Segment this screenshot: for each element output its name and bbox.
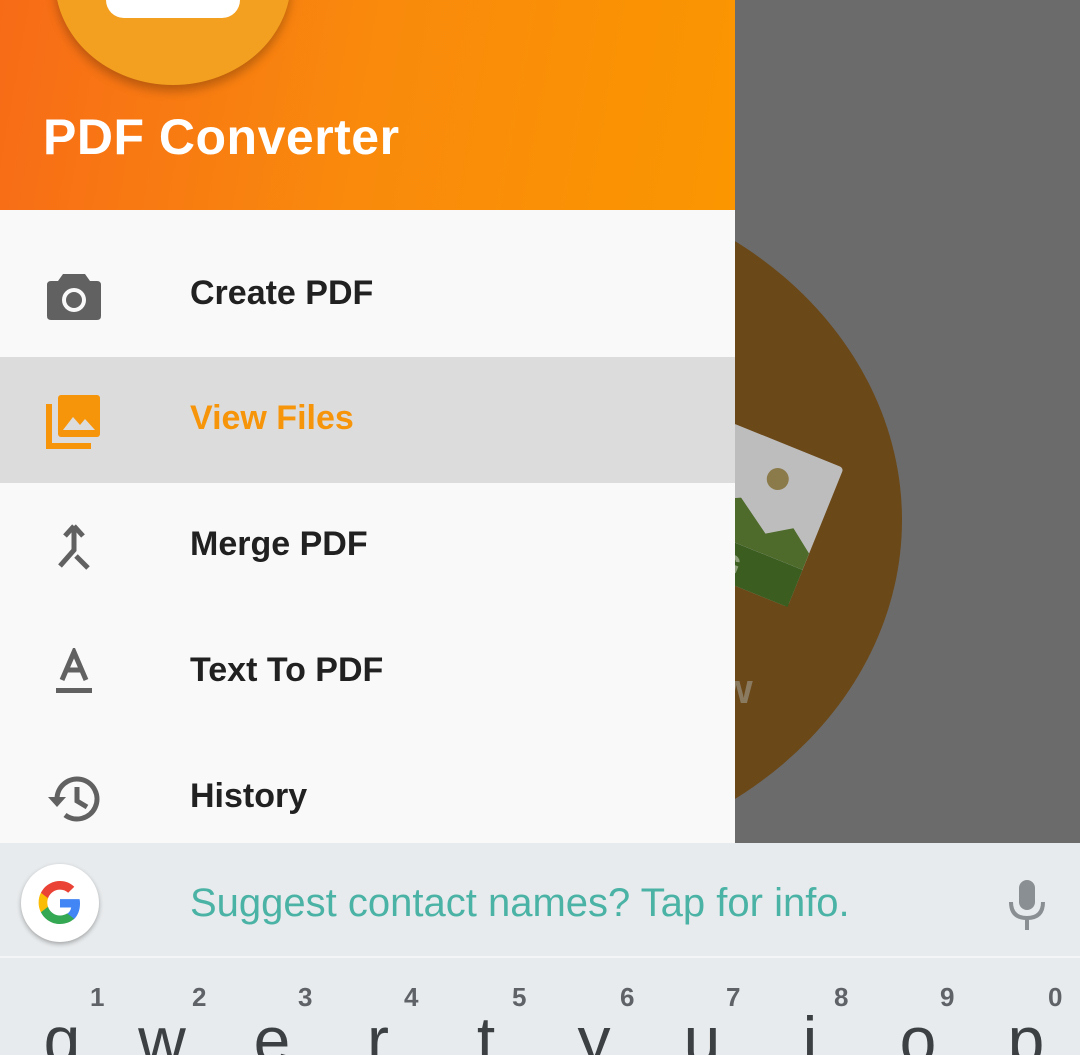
photo-library-icon <box>44 391 104 451</box>
key-letter: o <box>899 1003 937 1055</box>
key-o[interactable]: 9 o <box>864 958 972 1055</box>
key-e[interactable]: 3 e <box>216 958 324 1055</box>
key-letter: i <box>802 1003 818 1055</box>
key-letter: y <box>577 1003 611 1055</box>
menu-item-label: History <box>190 777 308 815</box>
menu-item-label: Merge PDF <box>190 525 368 563</box>
key-i[interactable]: 8 i <box>756 958 864 1055</box>
menu-item-view-files[interactable]: View Files <box>0 357 735 483</box>
key-letter: w <box>138 1003 186 1055</box>
menu-item-label: View Files <box>190 399 354 437</box>
keyboard-suggestion-bar: Suggest contact names? Tap for info. <box>0 843 1080 956</box>
google-g-icon <box>38 881 80 924</box>
suggestion-text[interactable]: Suggest contact names? Tap for info. <box>190 881 850 926</box>
key-p[interactable]: 0 p <box>972 958 1080 1055</box>
menu-item-label: Create PDF <box>190 274 374 312</box>
navigation-drawer: PDF Converter Create PDF View Files Merg… <box>0 0 735 843</box>
menu-item-text-to-pdf[interactable]: Text To PDF <box>0 609 735 735</box>
key-letter: e <box>253 1003 291 1055</box>
key-r[interactable]: 4 r <box>324 958 432 1055</box>
merge-icon <box>44 517 104 577</box>
menu-item-merge-pdf[interactable]: Merge PDF <box>0 483 735 609</box>
menu-item-label: Text To PDF <box>190 651 384 689</box>
key-w[interactable]: 2 w <box>108 958 216 1055</box>
key-letter: u <box>683 1003 721 1055</box>
key-letter: q <box>43 1003 81 1055</box>
key-t[interactable]: 5 t <box>432 958 540 1055</box>
app-logo-icon <box>55 0 291 85</box>
key-letter: p <box>1007 1003 1045 1055</box>
drawer-header: PDF Converter <box>0 0 735 210</box>
key-q[interactable]: 1 q <box>0 958 108 1055</box>
key-letter: t <box>476 1003 496 1055</box>
keyboard: 1 q 2 w 3 e 4 r 5 t 6 y 7 u 8 i 9 o 0 p <box>0 956 1080 1055</box>
menu-item-history[interactable]: History <box>0 735 735 843</box>
drawer-title: PDF Converter <box>43 109 400 165</box>
history-icon <box>44 769 104 829</box>
microphone-icon[interactable] <box>1005 878 1049 934</box>
key-letter: r <box>367 1003 389 1055</box>
camera-icon <box>44 266 104 326</box>
menu-item-create-pdf[interactable]: Create PDF <box>0 232 735 357</box>
text-format-icon <box>44 643 104 703</box>
drawer-menu: Create PDF View Files Merge PDF Text To … <box>0 232 735 843</box>
key-y[interactable]: 6 y <box>540 958 648 1055</box>
key-u[interactable]: 7 u <box>648 958 756 1055</box>
google-button[interactable] <box>21 864 99 942</box>
